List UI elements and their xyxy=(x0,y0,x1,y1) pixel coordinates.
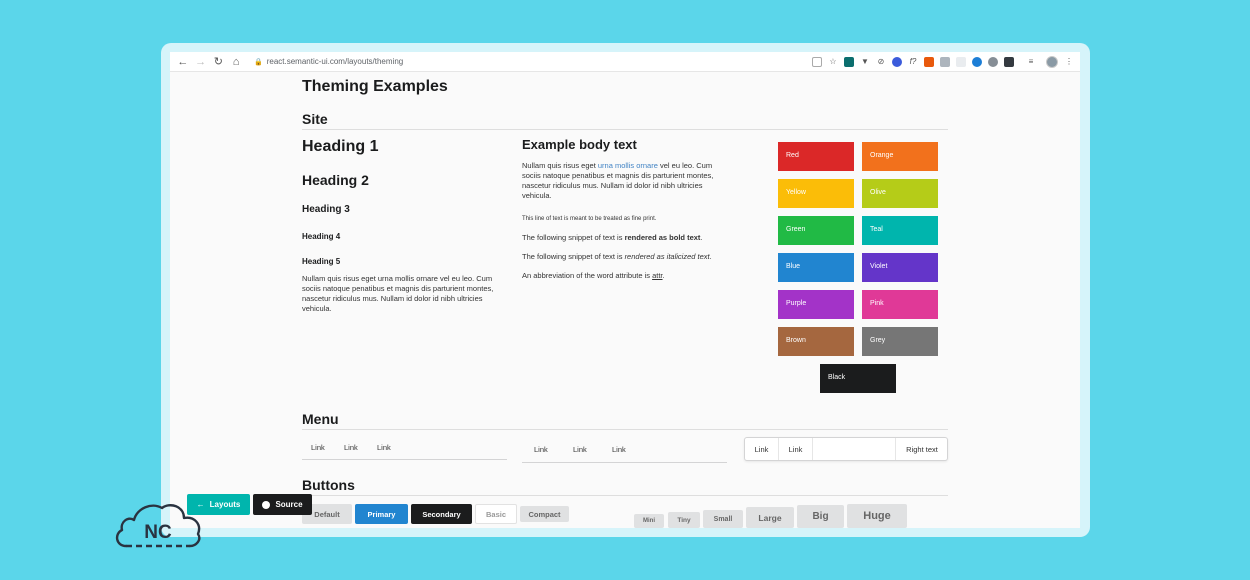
menu-section-title: Menu xyxy=(302,411,339,427)
reload-icon[interactable]: ↻ xyxy=(211,53,227,71)
color-swatch-grey[interactable]: Grey xyxy=(862,327,938,356)
color-swatch-pink[interactable]: Pink xyxy=(862,290,938,319)
menu-link[interactable]: Link xyxy=(311,443,325,452)
github-icon xyxy=(262,500,271,509)
color-swatch-violet[interactable]: Violet xyxy=(862,253,938,282)
period: . xyxy=(700,233,703,242)
color-swatch-brown[interactable]: Brown xyxy=(778,327,854,356)
source-button-label: Source xyxy=(275,500,303,509)
menu-right-text: Right text xyxy=(906,444,938,454)
mini-button[interactable]: Mini xyxy=(634,514,664,528)
body-text-title: Example body text xyxy=(522,137,637,152)
menu-icon[interactable]: ≡ xyxy=(1026,57,1036,67)
bold-text: rendered as bold text xyxy=(624,233,701,242)
primary-button[interactable]: Primary xyxy=(355,504,408,524)
extension-icon[interactable] xyxy=(843,56,854,67)
menu-underline xyxy=(522,462,727,463)
menu-divider xyxy=(812,438,813,460)
basic-button[interactable]: Basic xyxy=(475,504,517,524)
browser-toolbar: ← → ↻ ⌂ 🔒 react.semantic-ui.com/layouts/… xyxy=(170,52,1080,72)
address-bar[interactable]: 🔒 react.semantic-ui.com/layouts/theming xyxy=(254,57,718,66)
abbr-line-text: An abbreviation of the word attribute is xyxy=(522,271,653,280)
buttons-section-title: Buttons xyxy=(302,477,355,493)
period: . xyxy=(662,271,665,280)
body-link[interactable]: urna mollis ornare xyxy=(598,161,658,170)
extension-icon[interactable] xyxy=(955,56,966,67)
logo-text: NC xyxy=(144,522,172,543)
translate-icon[interactable] xyxy=(811,56,822,67)
extension-icon[interactable] xyxy=(923,56,934,67)
divider xyxy=(302,129,948,130)
italic-line-text: The following snippet of text is xyxy=(522,252,625,261)
color-swatch-red[interactable]: Red xyxy=(778,142,854,171)
menu-link[interactable]: Link xyxy=(377,443,391,452)
italic-text: rendered as italicized text xyxy=(624,252,710,261)
color-swatch-orange[interactable]: Orange xyxy=(862,142,938,171)
divider xyxy=(302,429,948,430)
menu-link[interactable]: Link xyxy=(344,443,358,452)
color-swatch-yellow[interactable]: Yellow xyxy=(778,179,854,208)
tiny-button[interactable]: Tiny xyxy=(668,512,700,528)
body-paragraph-text: Nullam quis risus eget xyxy=(522,161,598,170)
filter-icon[interactable]: ▼ xyxy=(860,57,870,67)
period: . xyxy=(709,252,712,261)
heading-2: Heading 2 xyxy=(302,172,369,188)
fine-print: This line of text is meant to be treated… xyxy=(522,216,657,222)
menu-link[interactable]: Link xyxy=(779,438,812,460)
secondary-button[interactable]: Secondary xyxy=(411,504,472,524)
extension-icon[interactable] xyxy=(987,56,998,67)
more-icon[interactable]: ⋮ xyxy=(1064,57,1074,67)
extension-icon[interactable] xyxy=(939,56,950,67)
font-icon[interactable]: f? xyxy=(908,57,918,67)
divider xyxy=(302,495,948,496)
site-section-title: Site xyxy=(302,111,328,127)
italic-text-line: The following snippet of text is rendere… xyxy=(522,252,727,262)
abbreviation: attr xyxy=(652,271,663,280)
abbreviation-line: An abbreviation of the word attribute is… xyxy=(522,271,727,281)
heading-4: Heading 4 xyxy=(302,232,341,241)
color-swatch-olive[interactable]: Olive xyxy=(862,179,938,208)
heading-3: Heading 3 xyxy=(302,204,350,215)
small-button[interactable]: Small xyxy=(703,510,743,528)
bold-text-line: The following snippet of text is rendere… xyxy=(522,233,727,243)
home-icon[interactable]: ⌂ xyxy=(228,53,244,71)
color-swatch-purple[interactable]: Purple xyxy=(778,290,854,319)
color-swatch-blue[interactable]: Blue xyxy=(778,253,854,282)
source-button[interactable]: Source xyxy=(253,494,312,515)
heading-1: Heading 1 xyxy=(302,138,379,155)
body-paragraph: Nullam quis risus eget urna mollis ornar… xyxy=(522,161,727,201)
forward-icon[interactable]: → xyxy=(193,53,209,71)
bordered-menu: Link Link Right text xyxy=(744,437,948,461)
menu-link[interactable]: Link xyxy=(745,438,778,460)
avatar[interactable] xyxy=(1045,55,1058,68)
browser-window: ← → ↻ ⌂ 🔒 react.semantic-ui.com/layouts/… xyxy=(170,52,1080,528)
compact-button[interactable]: Compact xyxy=(520,506,569,522)
block-icon[interactable]: ⊘ xyxy=(876,57,886,67)
bold-line-text: The following snippet of text is xyxy=(522,233,625,242)
layouts-button-label: Layouts xyxy=(209,500,241,509)
extension-bar: ☆ ▼ ⊘ f? ≡ ⋮ xyxy=(811,55,1080,68)
menu-underline xyxy=(302,459,507,460)
page-title: Theming Examples xyxy=(302,78,448,95)
back-icon[interactable]: ← xyxy=(175,53,191,71)
nc-cloud-logo: NC xyxy=(112,494,204,552)
heading-paragraph: Nullam quis risus eget urna mollis ornar… xyxy=(302,274,494,313)
color-swatch-black[interactable]: Black xyxy=(820,364,896,393)
bookmark-star-icon[interactable]: ☆ xyxy=(828,57,838,67)
color-swatch-teal[interactable]: Teal xyxy=(862,216,938,245)
big-button[interactable]: Big xyxy=(797,505,844,528)
menu-link[interactable]: Link xyxy=(534,445,548,454)
color-swatch-green[interactable]: Green xyxy=(778,216,854,245)
extension-icon[interactable] xyxy=(1003,56,1014,67)
menu-link[interactable]: Link xyxy=(573,445,587,454)
lock-icon: 🔒 xyxy=(254,58,263,66)
large-button[interactable]: Large xyxy=(746,507,794,528)
huge-button[interactable]: Huge xyxy=(847,504,907,528)
extension-icon[interactable] xyxy=(891,56,902,67)
globe-icon[interactable] xyxy=(971,56,982,67)
url-text: react.semantic-ui.com/layouts/theming xyxy=(266,57,404,66)
heading-5: Heading 5 xyxy=(302,257,341,266)
menu-link[interactable]: Link xyxy=(612,445,626,454)
